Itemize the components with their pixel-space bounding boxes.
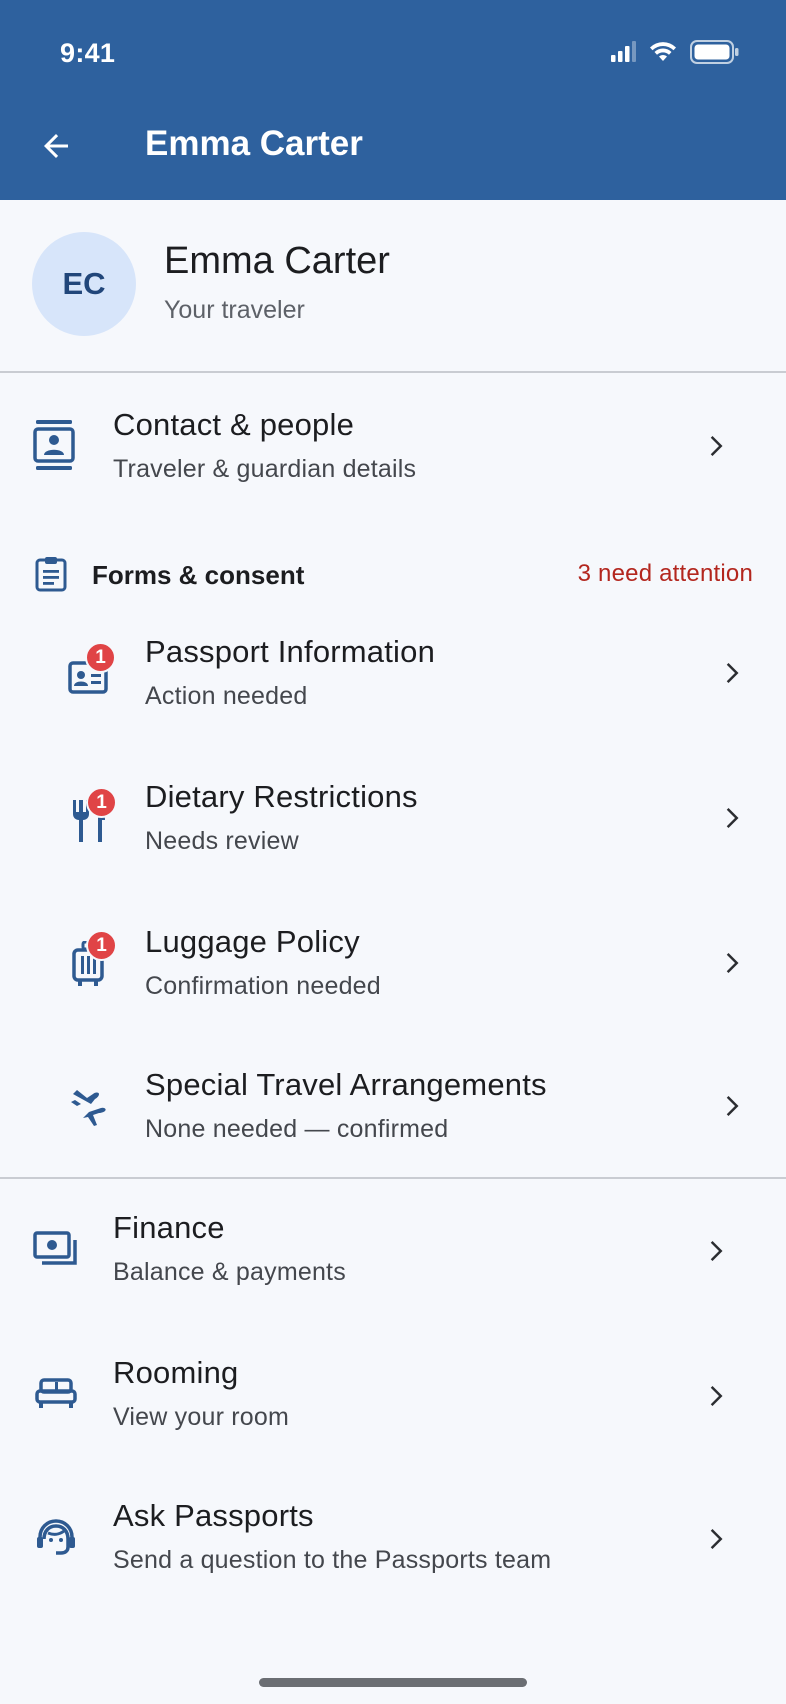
- form-item-special-travel[interactable]: Special Travel Arrangements None needed …: [0, 1045, 786, 1175]
- rooming-title: Rooming: [113, 1355, 239, 1390]
- arrow-back-icon: [38, 128, 74, 169]
- contact-subtitle: Traveler & guardian details: [113, 455, 417, 483]
- status-bar: 9:41: [0, 0, 786, 100]
- page-title: Emma Carter: [145, 124, 363, 163]
- form-item-title: Special Travel Arrangements: [145, 1067, 547, 1102]
- forms-section-header: Forms & consent 3 need attention: [0, 548, 786, 600]
- ask-passports-row[interactable]: Ask Passports Send a question to the Pas…: [0, 1468, 786, 1608]
- form-item-subtitle: Needs review: [145, 827, 299, 855]
- back-button[interactable]: [30, 122, 82, 174]
- section-divider: [0, 1177, 786, 1179]
- finance-title: Finance: [113, 1210, 225, 1245]
- finance-row[interactable]: Finance Balance & payments: [0, 1180, 786, 1320]
- traveler-subtitle: Your traveler: [164, 296, 305, 324]
- ask-passports-title: Ask Passports: [113, 1498, 314, 1533]
- forms-section-title: Forms & consent: [92, 560, 305, 590]
- rooming-subtitle: View your room: [113, 1403, 290, 1431]
- form-item-title: Luggage Policy: [145, 924, 360, 959]
- chevron-right-icon: [716, 658, 746, 688]
- form-item-subtitle: Action needed: [145, 682, 308, 710]
- form-item-luggage[interactable]: 1 Luggage Policy Confirmation needed: [0, 900, 786, 1035]
- top-bar: 9:41 Emma Carter: [0, 0, 786, 200]
- traveler-header: EC Emma Carter Your traveler: [0, 200, 786, 373]
- traveler-name: Emma Carter: [164, 240, 390, 282]
- attention-count: 3 need attention: [577, 560, 753, 587]
- chevron-right-icon: [700, 1236, 730, 1266]
- form-item-subtitle: None needed — confirmed: [145, 1115, 449, 1143]
- notification-badge: 1: [86, 930, 117, 961]
- contact-card-icon: [30, 419, 78, 471]
- ask-passports-subtitle: Send a question to the Passports team: [113, 1546, 552, 1574]
- notification-badge: 1: [86, 787, 117, 818]
- form-item-subtitle: Confirmation needed: [145, 972, 381, 1000]
- contact-people-row[interactable]: Contact & people Traveler & guardian det…: [0, 375, 786, 520]
- status-icons: [610, 40, 740, 69]
- home-indicator: [259, 1678, 527, 1687]
- wifi-icon: [648, 41, 678, 68]
- status-time: 9:41: [60, 38, 116, 68]
- notification-badge: 1: [85, 642, 116, 673]
- form-item-passport[interactable]: 1 Passport Information Action needed: [0, 610, 786, 745]
- travel-plane-icon: [68, 1087, 110, 1129]
- contact-title: Contact & people: [113, 407, 355, 442]
- form-item-dietary[interactable]: 1 Dietary Restrictions Needs review: [0, 755, 786, 890]
- chevron-right-icon: [700, 431, 730, 461]
- bed-icon: [34, 1377, 78, 1411]
- signal-icon: [610, 41, 636, 68]
- chevron-right-icon: [716, 948, 746, 978]
- finance-subtitle: Balance & payments: [113, 1258, 346, 1286]
- chevron-right-icon: [700, 1381, 730, 1411]
- form-item-title: Dietary Restrictions: [145, 779, 418, 814]
- clipboard-icon: [34, 556, 68, 597]
- money-icon: [32, 1230, 80, 1268]
- chevron-right-icon: [716, 1091, 746, 1121]
- rooming-row[interactable]: Rooming View your room: [0, 1325, 786, 1465]
- avatar: EC: [32, 232, 136, 336]
- battery-icon: [690, 40, 740, 69]
- chevron-right-icon: [700, 1524, 730, 1554]
- form-item-title: Passport Information: [145, 634, 436, 669]
- chevron-right-icon: [716, 803, 746, 833]
- screen: 9:41 Emma Carter EC Emma Carter Your tra…: [0, 0, 786, 1704]
- app-bar: Emma Carter: [0, 100, 786, 200]
- support-agent-icon: [34, 1518, 78, 1558]
